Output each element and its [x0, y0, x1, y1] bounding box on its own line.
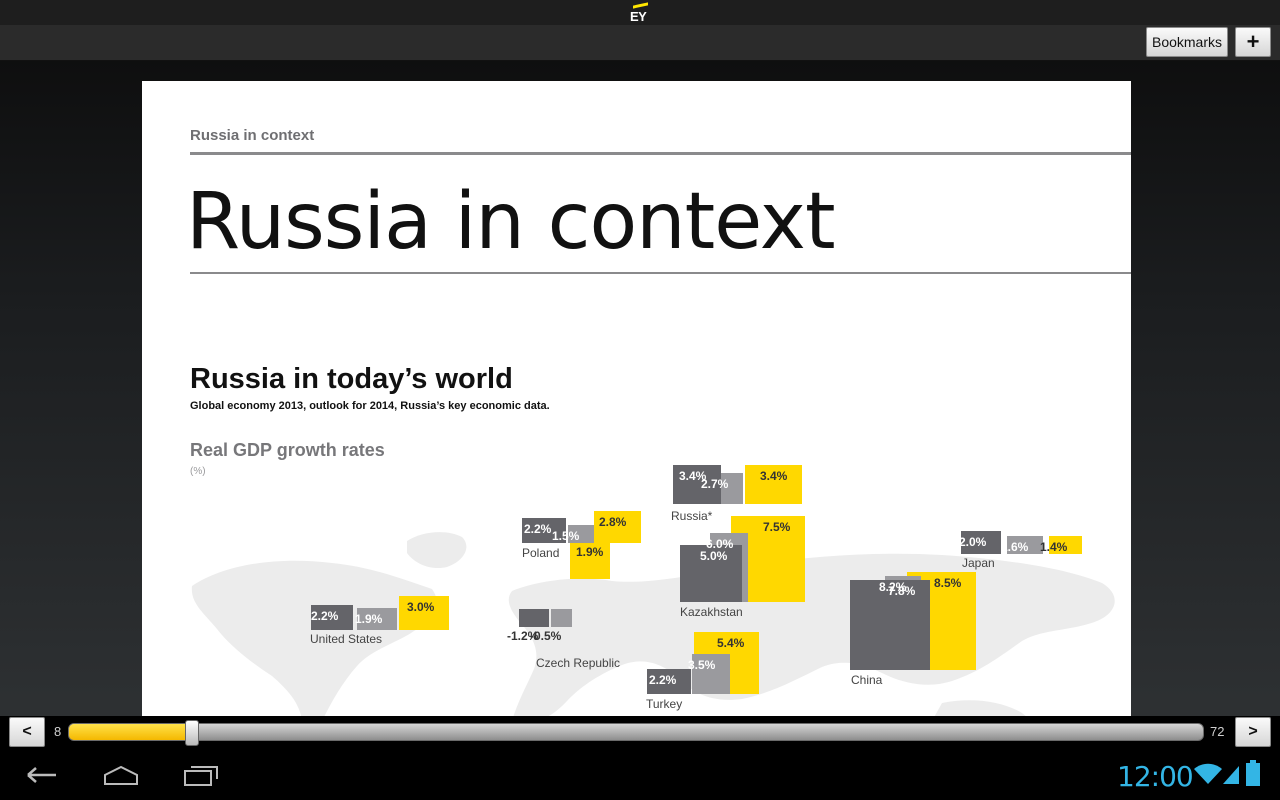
gdp-value-label: 2.2%	[311, 608, 339, 623]
page-slider-track[interactable]	[68, 723, 1204, 741]
gdp-value-label: 3.4%	[760, 468, 788, 483]
page-slider-thumb[interactable]	[185, 720, 200, 746]
country-label: Poland	[522, 546, 560, 560]
country-label: China	[851, 673, 883, 687]
page-slider-fill	[69, 724, 187, 740]
add-bookmark-button[interactable]: +	[1235, 27, 1271, 57]
prev-page-button[interactable]: <	[9, 717, 45, 747]
recent-apps-icon[interactable]	[183, 763, 221, 787]
gdp-value-label: 8.5%	[934, 576, 962, 591]
country-label: Turkey	[646, 697, 683, 711]
back-icon[interactable]	[22, 764, 60, 786]
last-page-number: 72	[1210, 724, 1225, 739]
breadcrumb: Russia in context	[190, 127, 315, 144]
country-label: Russia*	[671, 509, 713, 523]
gdp-value-label: 7.5%	[763, 519, 791, 534]
first-page-number: 8	[54, 724, 62, 739]
bookmarks-button[interactable]: Bookmarks	[1146, 27, 1228, 57]
chart-title: Real GDP growth rates	[190, 440, 385, 460]
country-label: Kazakhstan	[680, 605, 743, 619]
gdp-value-label: 1.6%	[1001, 539, 1029, 554]
gdp-value-label: 2.0%	[959, 535, 987, 549]
section-title: Russia in today’s world	[190, 363, 513, 395]
country-label: Japan	[962, 556, 995, 570]
section-subtitle: Global economy 2013, outlook for 2014, R…	[190, 400, 550, 412]
document-page[interactable]: Russia in context Russia in context Russ…	[142, 81, 1131, 721]
gdp-value-label: 2.7%	[701, 476, 729, 491]
page-slider-bar: < 8 72 >	[0, 716, 1280, 750]
gdp-bar	[519, 609, 549, 627]
wifi-icon	[1194, 763, 1222, 784]
gdp-value-label: 2.2%	[649, 672, 677, 687]
ey-logo: EY	[629, 2, 653, 24]
gdp-value-label: 1.9%	[576, 545, 604, 559]
gdp-value-label: 5.4%	[717, 635, 745, 650]
gdp-value-label: -0.5%	[530, 629, 562, 643]
country-label: United States	[310, 632, 383, 646]
gdp-value-label: 1.5%	[552, 529, 580, 543]
gdp-value-label: 1.4%	[1040, 540, 1068, 554]
logo-text: EY	[630, 9, 647, 24]
home-icon[interactable]	[102, 764, 140, 786]
gdp-value-label: 2.8%	[599, 514, 627, 529]
title-bar: EY	[0, 0, 1280, 25]
gdp-bar	[551, 609, 572, 627]
gdp-value-label: 3.0%	[407, 599, 435, 614]
gdp-value-label: 6.0%	[706, 537, 734, 551]
gdp-value-label: 3.5%	[688, 657, 716, 672]
reader-screen: EY Bookmarks + Russia in context Russia …	[0, 0, 1280, 800]
page-title: Russia in context	[186, 177, 836, 267]
logo-beam	[633, 2, 648, 9]
clock: 12:00	[1117, 760, 1194, 793]
system-navigation-bar: 12:00	[0, 750, 1280, 800]
country-label: Czech Republic	[536, 656, 621, 670]
signal-icon	[1223, 766, 1239, 784]
header-rule	[190, 152, 1131, 155]
gdp-value-label: 1.9%	[355, 612, 383, 627]
gdp-value-label: 8.2%	[879, 579, 907, 594]
next-page-button[interactable]: >	[1235, 717, 1271, 747]
gdp-value-label: 2.2%	[524, 521, 552, 536]
title-rule	[190, 272, 1131, 274]
battery-icon	[1246, 760, 1260, 786]
toolbar: Bookmarks +	[0, 25, 1280, 61]
